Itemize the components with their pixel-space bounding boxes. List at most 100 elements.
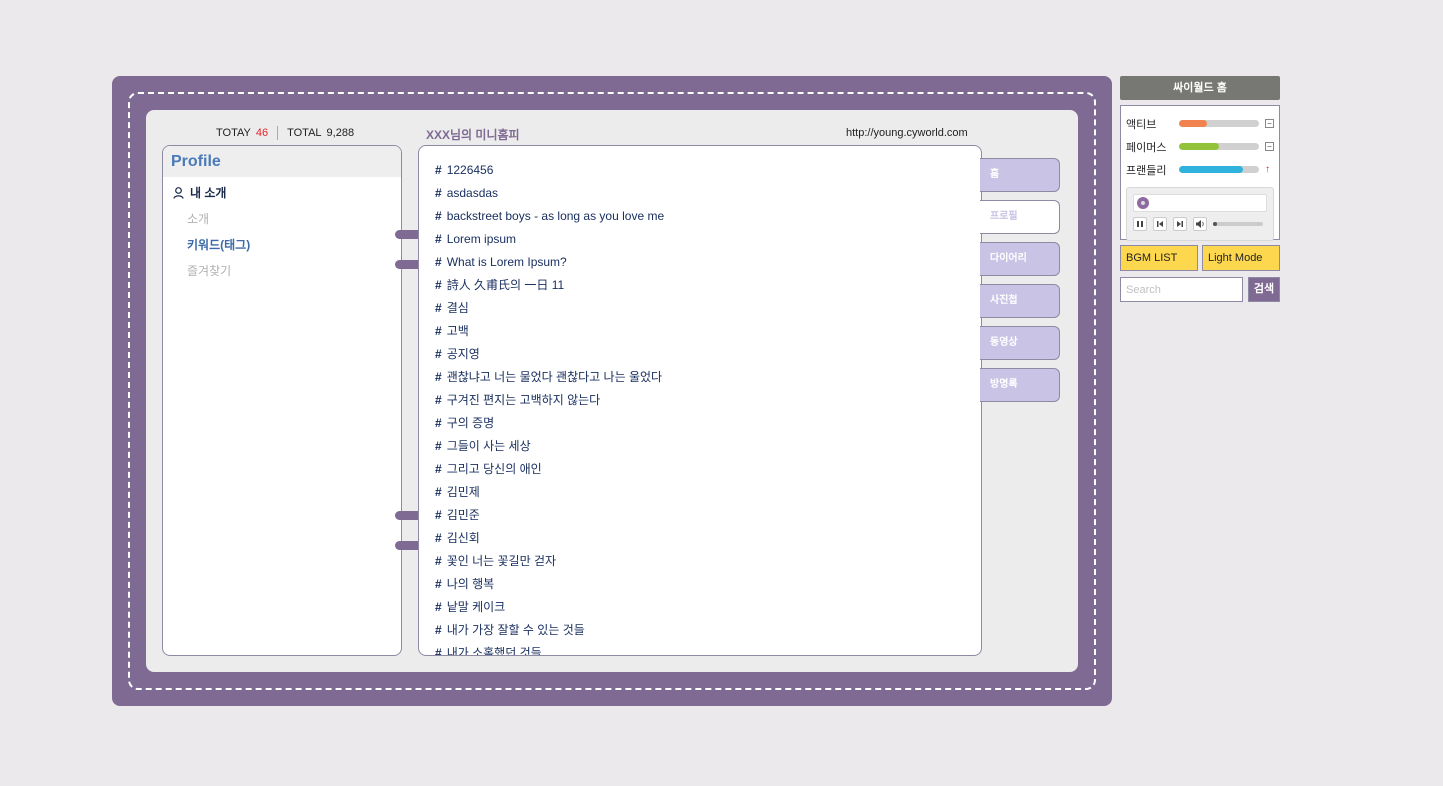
bgm-player <box>1126 187 1274 241</box>
tag-item[interactable]: # 김민준 <box>435 507 965 530</box>
nav-tabs: 홈 프로필 다이어리 사진첩 동영상 방명록 <box>980 158 1060 410</box>
hash-symbol: # <box>435 439 442 453</box>
pause-icon <box>1137 221 1143 227</box>
hash-symbol: # <box>435 600 442 614</box>
submenu-favorites[interactable]: 즐겨찾기 <box>163 262 401 279</box>
tag-item[interactable]: #1226456 <box>435 162 965 185</box>
tag-item[interactable]: # 내가 가장 잘할 수 있는 것들 <box>435 622 965 645</box>
total-label: TOTAL <box>287 127 322 139</box>
tag-label: 김신회 <box>446 531 480 545</box>
tag-label: 괜찮냐고 너는 물었다 괜찮다고 나는 울었다 <box>446 370 663 384</box>
tab-diary[interactable]: 다이어리 <box>980 242 1060 276</box>
tag-item[interactable]: # 결심 <box>435 300 965 323</box>
tag-label: Lorem ipsum <box>446 232 517 246</box>
bgm-list-button[interactable]: BGM LIST <box>1120 245 1198 271</box>
tag-item[interactable]: # 김민제 <box>435 484 965 507</box>
stat-famous: 페이머스 − <box>1126 135 1274 158</box>
tag-item[interactable]: # 내가 소홀했던 것들 <box>435 645 965 656</box>
tag-item[interactable]: # asdasdas <box>435 185 965 208</box>
tag-item[interactable]: # 고백 <box>435 323 965 346</box>
hash-symbol: # <box>435 646 442 656</box>
previous-button[interactable] <box>1153 217 1167 231</box>
hash-symbol: # <box>435 370 442 384</box>
tag-label: 1226456 <box>446 163 494 177</box>
hash-symbol: # <box>435 623 442 637</box>
tab-guestbook[interactable]: 방명록 <box>980 368 1060 402</box>
submenu-intro[interactable]: 소개 <box>163 210 401 227</box>
light-mode-button[interactable]: Light Mode <box>1202 245 1280 271</box>
volume-button[interactable] <box>1193 217 1207 231</box>
tag-item[interactable]: # 그리고 당신의 애인 <box>435 461 965 484</box>
hash-symbol: # <box>435 255 442 269</box>
visitor-counter: TOTAY 46 TOTAL 9,288 <box>216 126 354 140</box>
stat-bar <box>1179 120 1259 127</box>
pause-button[interactable] <box>1133 217 1147 231</box>
stat-bar <box>1179 143 1259 150</box>
minus-icon: − <box>1265 142 1274 151</box>
tag-item[interactable]: # 그들이 사는 세상 <box>435 438 965 461</box>
tag-label: 구의 증명 <box>446 416 495 430</box>
track-display <box>1133 194 1267 212</box>
tag-item[interactable]: # 공지영 <box>435 346 965 369</box>
tag-label: backstreet boys - as long as you love me <box>446 209 665 223</box>
hash-symbol: # <box>435 301 442 315</box>
tag-item[interactable]: # 구의 증명 <box>435 415 965 438</box>
volume-level <box>1213 222 1217 226</box>
profile-heading: Profile <box>163 146 401 177</box>
hash-symbol: # <box>435 186 442 200</box>
hash-symbol: # <box>435 416 442 430</box>
tab-videos[interactable]: 동영상 <box>980 326 1060 360</box>
tag-item[interactable]: # Lorem ipsum <box>435 231 965 254</box>
tag-label: What is Lorem Ipsum? <box>446 255 567 269</box>
tag-label: 김민제 <box>446 485 480 499</box>
tag-item[interactable]: # 詩人 久甫氏의 一日 11 <box>435 277 965 300</box>
tag-item[interactable]: # What is Lorem Ipsum? <box>435 254 965 277</box>
hash-symbol: # <box>435 462 442 476</box>
homepage-url[interactable]: http://young.cyworld.com <box>846 127 968 139</box>
hash-symbol: # <box>435 347 442 361</box>
minus-icon: − <box>1265 119 1274 128</box>
tag-item[interactable]: # 낱말 케이크 <box>435 599 965 622</box>
stat-label: 프랜들리 <box>1126 164 1167 177</box>
hash-symbol: # <box>435 508 442 522</box>
previous-icon <box>1157 221 1163 227</box>
total-count: 9,288 <box>326 127 355 139</box>
tag-item[interactable]: # 꽃인 너는 꽃길만 걷자 <box>435 553 965 576</box>
tag-list: #1226456 # asdasdas # backstreet boys - as l… <box>435 162 965 656</box>
tag-label: 낱말 케이크 <box>446 600 506 614</box>
tag-item[interactable]: # 김신회 <box>435 530 965 553</box>
hash-symbol: # <box>435 324 442 338</box>
counter-divider <box>277 126 279 140</box>
minihompy-frame: TOTAY 46 TOTAL 9,288 XXX님의 미니홈피 http://y… <box>112 76 1112 706</box>
stat-active: 액티브 − <box>1126 112 1274 135</box>
player-controls <box>1133 217 1267 231</box>
tab-photos[interactable]: 사진첩 <box>980 284 1060 318</box>
tag-item[interactable]: # 구겨진 편지는 고백하지 않는다 <box>435 392 965 415</box>
menu-about-me[interactable]: 내 소개 <box>163 177 401 201</box>
next-button[interactable] <box>1173 217 1187 231</box>
cyworld-home-button[interactable]: 싸이월드 홈 <box>1120 76 1280 100</box>
tag-label: 김민준 <box>446 508 480 522</box>
tag-item[interactable]: # 나의 행복 <box>435 576 965 599</box>
up-arrow-icon: ↑ <box>1265 164 1270 175</box>
search-button[interactable]: 검색 <box>1248 277 1280 302</box>
submenu-keywords[interactable]: 키워드(태그) <box>163 236 401 253</box>
tab-home[interactable]: 홈 <box>980 158 1060 192</box>
tag-label: 내가 소홀했던 것들 <box>446 646 542 656</box>
tag-label: 고백 <box>446 324 469 338</box>
tag-item[interactable]: # 괜찮냐고 너는 물었다 괜찮다고 나는 울었다 <box>435 369 965 392</box>
hash-symbol: # <box>435 232 442 246</box>
disc-icon <box>1137 197 1149 209</box>
stat-label: 액티브 <box>1126 118 1157 131</box>
tag-item[interactable]: # backstreet boys - as long as you love m… <box>435 208 965 231</box>
hash-symbol: # <box>435 209 442 223</box>
hash-symbol: # <box>435 485 442 499</box>
stat-fill <box>1179 166 1243 173</box>
volume-slider[interactable] <box>1213 222 1263 226</box>
stats-widget: 액티브 − 페이머스 − 프랜들리 ↑ <box>1120 105 1280 241</box>
tag-label: 그들이 사는 세상 <box>446 439 531 453</box>
tab-profile[interactable]: 프로필 <box>980 200 1060 234</box>
today-count: 46 <box>255 127 269 139</box>
search-input[interactable]: Search <box>1120 277 1243 302</box>
tag-label: 공지영 <box>446 347 480 361</box>
